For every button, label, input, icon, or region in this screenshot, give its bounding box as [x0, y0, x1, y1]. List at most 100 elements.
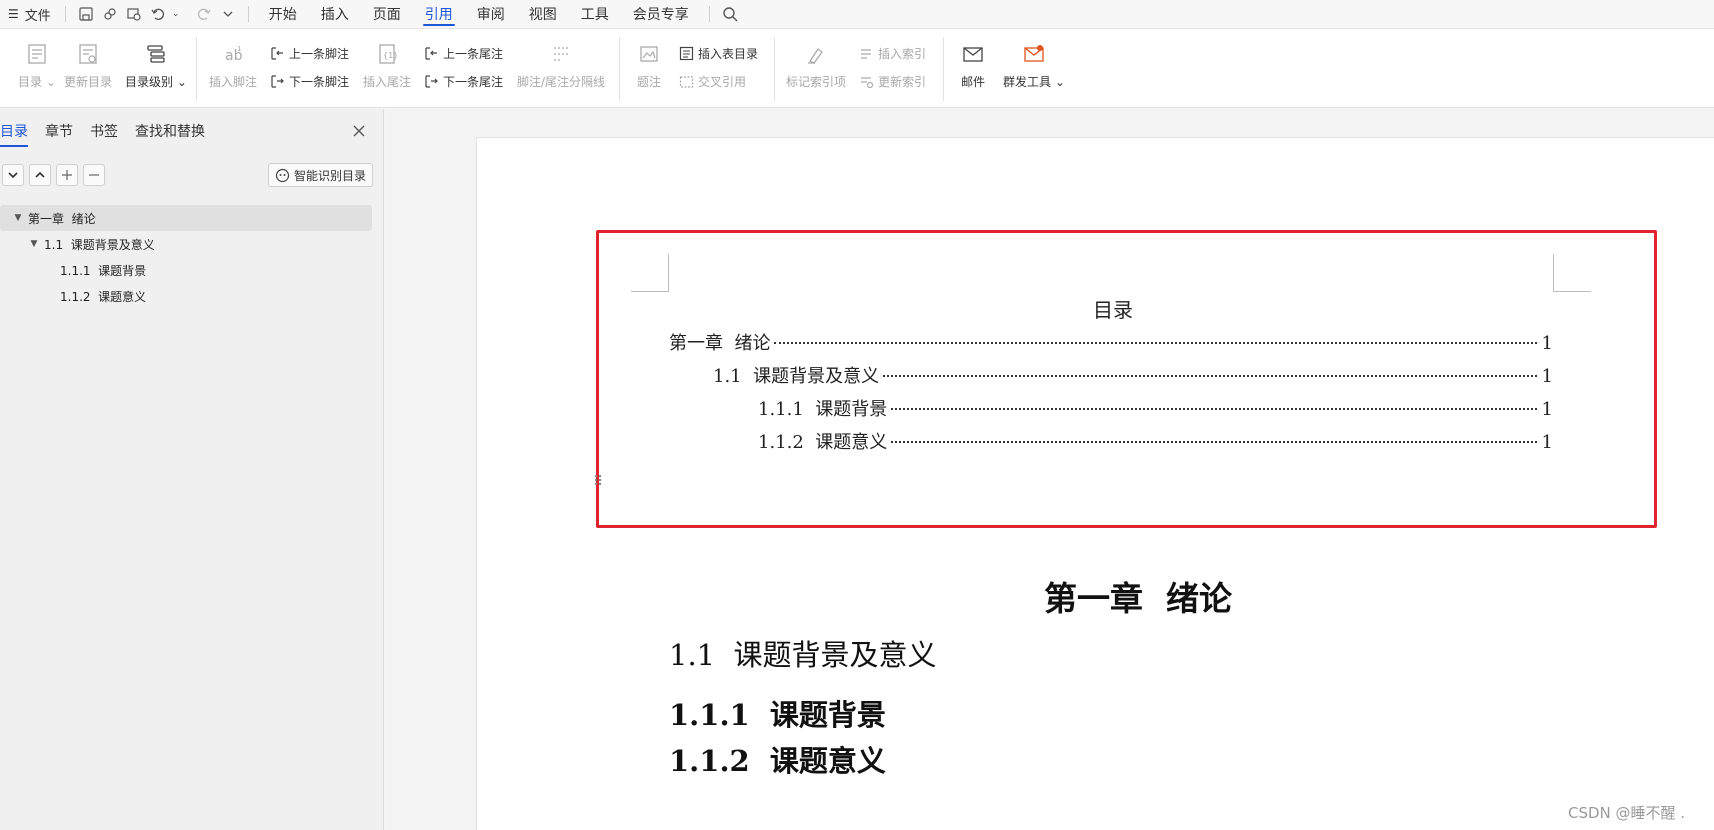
close-icon[interactable]: [351, 123, 367, 139]
heading-chapter[interactable]: 第一章 绪论: [1044, 572, 1232, 620]
tab-references[interactable]: 引用: [413, 0, 465, 28]
smart-toc-button[interactable]: 智能识别目录: [268, 163, 374, 187]
toc-level-icon: [147, 45, 165, 63]
toc-entry[interactable]: 1.1 课题背景及意义 1: [713, 362, 1553, 388]
toc-leader-dots: [891, 408, 1537, 410]
nav-item-label: 第一章 绪论: [28, 211, 96, 226]
drag-handle-icon[interactable]: ⠿: [593, 474, 603, 490]
chevron-down-icon[interactable]: ⌄: [170, 2, 182, 26]
watermark: CSDN @睡不醒 .: [1568, 804, 1686, 822]
footnote-icon: ab1: [225, 45, 243, 64]
next-endnote-label: 下一条尾注: [443, 75, 504, 89]
mail-label: 邮件: [961, 75, 986, 89]
heading-subsection-1[interactable]: 1.1.1 课题背景: [669, 692, 886, 734]
toc-entry[interactable]: 1.1.1 课题背景 1: [758, 395, 1553, 421]
expand-triangle-icon[interactable]: ▼: [28, 239, 40, 249]
cross-reference-button[interactable]: 交叉引用: [679, 73, 746, 90]
undo-icon[interactable]: [146, 2, 170, 26]
next-footnote-icon: [271, 75, 284, 88]
add-heading-button[interactable]: [56, 164, 78, 186]
heading-subsection-2[interactable]: 1.1.2 课题意义: [669, 738, 886, 780]
heading-section[interactable]: 1.1 课题背景及意义: [669, 632, 937, 674]
toc-entry-text: 1.1 课题背景及意义: [713, 366, 880, 387]
minus-icon: [89, 174, 99, 176]
search-icon[interactable]: [718, 2, 742, 26]
tab-tools[interactable]: 工具: [569, 0, 621, 28]
nav-item-label: 1.1.2 课题意义: [60, 289, 147, 304]
nav-tab-bookmarks[interactable]: 书签: [90, 121, 118, 145]
prev-footnote-button[interactable]: 上一条脚注: [270, 45, 349, 62]
toc-page-number: 1: [1541, 333, 1553, 354]
update-index-icon: [861, 77, 874, 89]
more-chevron-icon[interactable]: [216, 2, 240, 26]
caption-icon: [640, 46, 658, 62]
toc-leader-dots: [883, 375, 1537, 377]
toc-button[interactable]: 目录 ⌄: [18, 43, 56, 90]
cross-reference-icon: [679, 76, 694, 88]
insert-index-icon: [861, 49, 871, 59]
tab-member[interactable]: 会员专享: [621, 0, 701, 28]
toc-level-button[interactable]: 目录级别 ⌄: [125, 43, 187, 90]
update-toc-button[interactable]: 更新目录: [64, 43, 112, 90]
insert-table-of-figures-label: 插入表目录: [698, 47, 759, 61]
redo-icon[interactable]: [192, 2, 216, 26]
tab-view[interactable]: 视图: [517, 0, 569, 28]
nav-item-chapter-1[interactable]: ▼ 第一章 绪论: [0, 205, 372, 231]
update-index-button[interactable]: 更新索引: [859, 73, 926, 90]
insert-footnote-button[interactable]: ab 1 插入脚注: [209, 43, 257, 90]
print-preview-icon[interactable]: [122, 2, 146, 26]
collapse-all-button[interactable]: [29, 164, 51, 186]
remove-heading-button[interactable]: [83, 164, 105, 186]
prev-endnote-icon: [425, 47, 437, 60]
expand-all-button[interactable]: [2, 164, 24, 186]
divider: [619, 37, 620, 101]
divider: [708, 6, 710, 22]
chevron-down-icon: [8, 172, 18, 179]
insert-index-button[interactable]: 插入索引: [859, 45, 926, 62]
nav-item-section-1-1-2[interactable]: 1.1.2 课题意义: [0, 283, 372, 309]
toc-entry-text: 第一章 绪论: [669, 333, 771, 354]
separator-button[interactable]: 脚注/尾注分隔线: [517, 43, 605, 90]
save-icon[interactable]: [74, 2, 98, 26]
nav-item-section-1-1-1[interactable]: 1.1.1 课题背景: [0, 257, 372, 283]
toc-entry[interactable]: 第一章 绪论 1: [669, 329, 1553, 355]
file-menu[interactable]: ☰ 文件: [0, 0, 57, 28]
toc-leader-dots: [891, 441, 1537, 443]
separator-icon: [554, 47, 569, 61]
toc-page-number: 1: [1541, 366, 1553, 387]
tab-start[interactable]: 开始: [257, 0, 309, 28]
toc-entry[interactable]: 1.1.2 课题意义 1: [758, 428, 1553, 454]
nav-item-section-1-1[interactable]: ▼ 1.1 课题背景及意义: [0, 231, 372, 257]
nav-tree: ▼ 第一章 绪论 ▼ 1.1 课题背景及意义 1.1.1 课题背景 1.1.2 …: [0, 205, 372, 309]
nav-tab-find-replace[interactable]: 查找和替换: [135, 121, 205, 145]
next-footnote-label: 下一条脚注: [289, 75, 350, 89]
mark-index-icon: [808, 48, 823, 64]
toc-page-number: 1: [1541, 399, 1553, 420]
cross-reference-label: 交叉引用: [698, 75, 747, 89]
link-icon[interactable]: [98, 2, 122, 26]
svg-text:1: 1: [237, 45, 241, 53]
next-endnote-button[interactable]: 下一条尾注: [424, 73, 503, 90]
mass-send-button[interactable]: 群发工具 ⌄: [1003, 43, 1065, 90]
insert-table-of-figures-button[interactable]: 插入表目录: [679, 45, 758, 62]
separator-label: 脚注/尾注分隔线: [517, 75, 606, 89]
tab-page[interactable]: 页面: [361, 0, 413, 28]
update-toc-icon: [79, 44, 97, 64]
table-of-figures-icon: [679, 46, 694, 61]
caption-button[interactable]: 题注: [637, 43, 661, 90]
tab-insert[interactable]: 插入: [309, 0, 361, 28]
toc-page-number: 1: [1541, 432, 1553, 453]
insert-endnote-button[interactable]: {1} 插入尾注: [363, 43, 411, 90]
prev-endnote-button[interactable]: 上一条尾注: [424, 45, 503, 62]
mail-icon: [963, 47, 983, 62]
nav-tab-toc[interactable]: 目录: [0, 121, 28, 147]
tab-review[interactable]: 审阅: [465, 0, 517, 28]
mark-index-entry-button[interactable]: 标记索引项: [786, 43, 846, 90]
next-footnote-button[interactable]: 下一条脚注: [270, 73, 349, 90]
toc-entry-text: 1.1.1 课题背景: [758, 399, 888, 420]
mail-button[interactable]: 邮件: [961, 43, 985, 90]
expand-triangle-icon[interactable]: ▼: [12, 213, 24, 223]
mass-send-label: 群发工具: [1003, 75, 1052, 89]
plus-icon: [62, 170, 72, 180]
nav-tab-chapters[interactable]: 章节: [45, 121, 73, 145]
